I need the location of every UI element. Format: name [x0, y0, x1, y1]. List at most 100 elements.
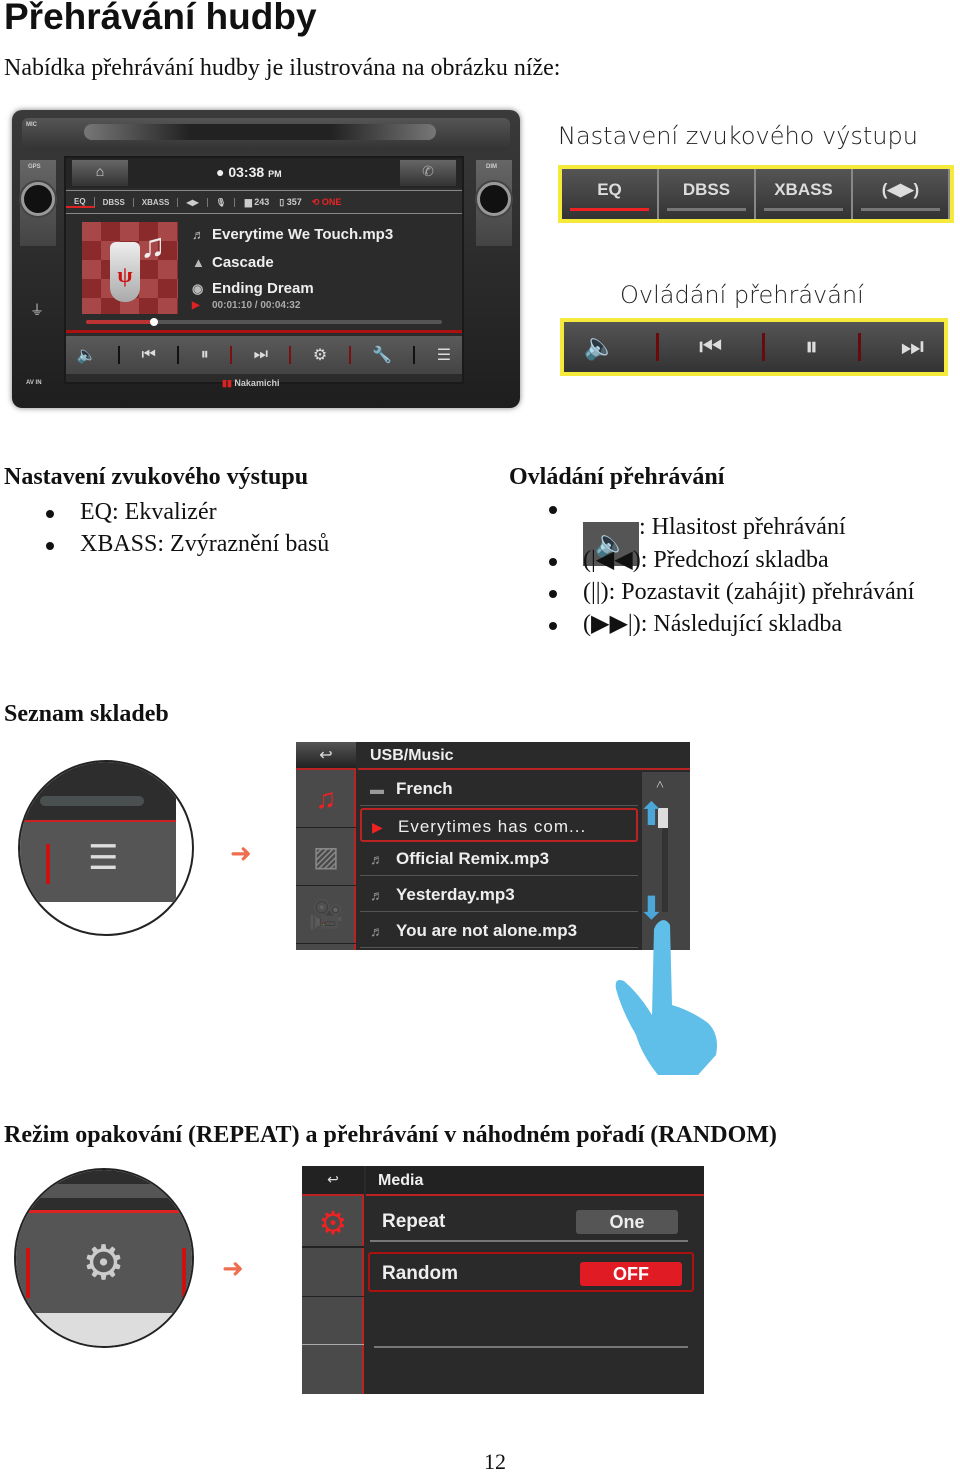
list-icon[interactable]: ☰ [437, 345, 451, 365]
list-item: XBASS: Zvýraznění basů [4, 528, 329, 560]
settings-sidebar: ⚙ [302, 1166, 364, 1394]
back-button[interactable]: ↩ [302, 1166, 364, 1196]
swipe-up-arrow-icon: ⬆ [638, 796, 665, 832]
head-unit-device: MIC GPS DIM ⏚ AV IN ⌂ ● 03:38 PM ✆ EQ DB… [12, 110, 520, 408]
repeat-row[interactable]: Repeat One [370, 1202, 688, 1242]
settings-icon[interactable]: ⚙ [313, 345, 327, 365]
list-item[interactable]: ♬ Official Remix.mp3 [360, 842, 638, 876]
random-label: Random [382, 1263, 458, 1284]
back-button[interactable]: ↩ [296, 742, 356, 770]
playlist-section-heading: Seznam skladeb [4, 701, 169, 727]
home-button[interactable]: ⌂ [72, 160, 128, 186]
list-item: (|◀◀): Předchozí skladba [549, 544, 914, 576]
photo-source-icon[interactable]: ▨ [296, 830, 356, 886]
sound-tab-bar: EQ DBSS XBASS ◀▶ 🎙 ▆ 243 ▯ 357 ⟲ ONE [66, 190, 462, 214]
list-item-selected[interactable]: ▶ Everytimes has com... [360, 808, 638, 842]
tools-icon[interactable]: 🔧 [372, 345, 392, 365]
volume-icon: 🔈 [583, 332, 617, 361]
list-item: (▶▶|): Následující skladba [549, 608, 914, 640]
callout-tab-xbass: XBASS [756, 169, 853, 219]
tab-eq[interactable]: EQ [66, 196, 95, 208]
repeat-value-button[interactable]: One [576, 1210, 678, 1234]
playback-section-heading: Ovládání přehrávání [509, 464, 725, 490]
sound-list: EQ: Ekvalizér XBASS: Zvýraznění basů [4, 496, 329, 560]
list-item[interactable]: ♬ Yesterday.mp3 [360, 878, 638, 912]
video-source-icon[interactable]: 🎥 [296, 888, 356, 944]
gps-label: GPS [28, 164, 41, 170]
album-art: ψ ♫ [82, 222, 178, 314]
pause-icon[interactable]: ⏸ [201, 346, 209, 364]
tab-balance[interactable]: ◀▶ [178, 197, 208, 207]
playback-list: 🔈: Hlasitost přehrávání (|◀◀): Předchozí… [549, 492, 914, 640]
pause-icon: ⏸ [805, 331, 819, 361]
play-time: ▶ 00:01:10 / 00:04:32 [192, 300, 301, 311]
screen-header: ⌂ ● 03:38 PM ✆ [66, 158, 462, 188]
artist-name: ▲ Cascade [192, 254, 274, 271]
device-screen: ⌂ ● 03:38 PM ✆ EQ DBSS XBASS ◀▶ 🎙 ▆ 243 … [64, 156, 464, 384]
random-row[interactable]: Random OFF [368, 1252, 694, 1292]
progress-handle[interactable] [149, 318, 158, 326]
playback-callout-title: Ovládání přehrávání [620, 281, 864, 309]
clock-time: 03:38 [228, 164, 265, 180]
folder-icon: ▬ [370, 781, 384, 797]
previous-icon: ⏮ [698, 331, 723, 361]
play-icon: ▶ [372, 819, 384, 835]
right-knob-panel: DIM [476, 160, 512, 246]
path-label: USB/Music [358, 742, 690, 770]
list-item: (||): Pozastavit (zahájit) přehrávání [549, 576, 914, 608]
sound-callout-title: Nastavení zvukového výstupu [558, 122, 918, 150]
music-source-icon[interactable]: ♫ [296, 772, 356, 828]
page-number: 12 [484, 1449, 506, 1474]
divider [66, 330, 462, 333]
menu-title: Media [366, 1166, 704, 1196]
playback-controls-callout: 🔈 ⏮ ⏸ ⏭ [560, 318, 948, 376]
sound-section-heading: Nastavení zvukového výstupu [4, 464, 309, 490]
tab-dbss[interactable]: DBSS [95, 197, 134, 207]
file-count: ▯ 357 [279, 196, 302, 207]
previous-icon[interactable]: ⏮ [141, 346, 155, 364]
usb-port-icon: ⏚ [30, 304, 44, 319]
repeat-section-heading: Režim opakování (REPEAT) a přehrávání v … [4, 1122, 777, 1148]
list-item[interactable]: ♬ You are not alone.mp3 [360, 914, 638, 948]
settings-icon[interactable]: ⚙ [302, 1198, 364, 1248]
zoom-circle-list: ☰ [18, 760, 194, 936]
control-bar: 🔈 ⏮ ⏸ ⏭ ⚙ 🔧 ☰ [66, 336, 462, 374]
next-icon[interactable]: ⏭ [254, 346, 268, 364]
track-title: ♬ Everytime We Touch.mp3 [192, 226, 394, 243]
clock-suffix: PM [268, 169, 282, 179]
music-note-icon: ♬ [370, 923, 384, 939]
list-item: 🔈: Hlasitost přehrávání [549, 492, 914, 566]
clock: ● 03:38 PM [216, 164, 282, 180]
source-sidebar: ♫ ▨ 🎥 [296, 742, 356, 950]
tune-knob[interactable] [477, 182, 511, 216]
callout-tab-dbss: DBSS [659, 169, 756, 219]
tab-xbass[interactable]: XBASS [134, 197, 179, 207]
av-in-label: AV IN [26, 380, 42, 386]
arrow-right-icon: ➜ [230, 839, 252, 868]
list-icon: ☰ [88, 840, 119, 877]
music-note-icon: ♬ [192, 227, 205, 242]
hand-pointer-icon [615, 920, 717, 1075]
random-value-button[interactable]: OFF [580, 1262, 682, 1286]
phone-button[interactable]: ✆ [400, 160, 456, 186]
mic-label: MIC [26, 122, 37, 128]
progress-fill [86, 320, 154, 324]
repeat-indicator[interactable]: ⟲ ONE [312, 197, 342, 208]
callout-tab-balance: (◀▶) [853, 169, 950, 219]
album-name: ◉ Ending Dream [192, 280, 314, 297]
volume-knob[interactable] [21, 182, 55, 216]
dim-label: DIM [486, 164, 497, 170]
callout-tab-eq: EQ [562, 169, 659, 219]
music-note-icon: ♬ [370, 887, 384, 903]
scroll-up-icon[interactable]: ˄ [656, 778, 664, 794]
progress-bar[interactable] [86, 318, 442, 326]
usb-icon: ψ [110, 242, 140, 302]
music-note-icon: ♫ [140, 228, 166, 265]
intro-text: Nabídka přehrávání hudby je ilustrována … [4, 55, 561, 81]
volume-icon[interactable]: 🔈 [77, 345, 97, 365]
folder-count: ▆ 243 [244, 196, 270, 207]
list-item[interactable]: ▬ French [360, 772, 638, 806]
artist-icon: ▲ [192, 255, 205, 270]
tab-mic[interactable]: 🎙 [208, 197, 235, 207]
sound-tabs-callout: EQ DBSS XBASS (◀▶) [558, 165, 954, 223]
